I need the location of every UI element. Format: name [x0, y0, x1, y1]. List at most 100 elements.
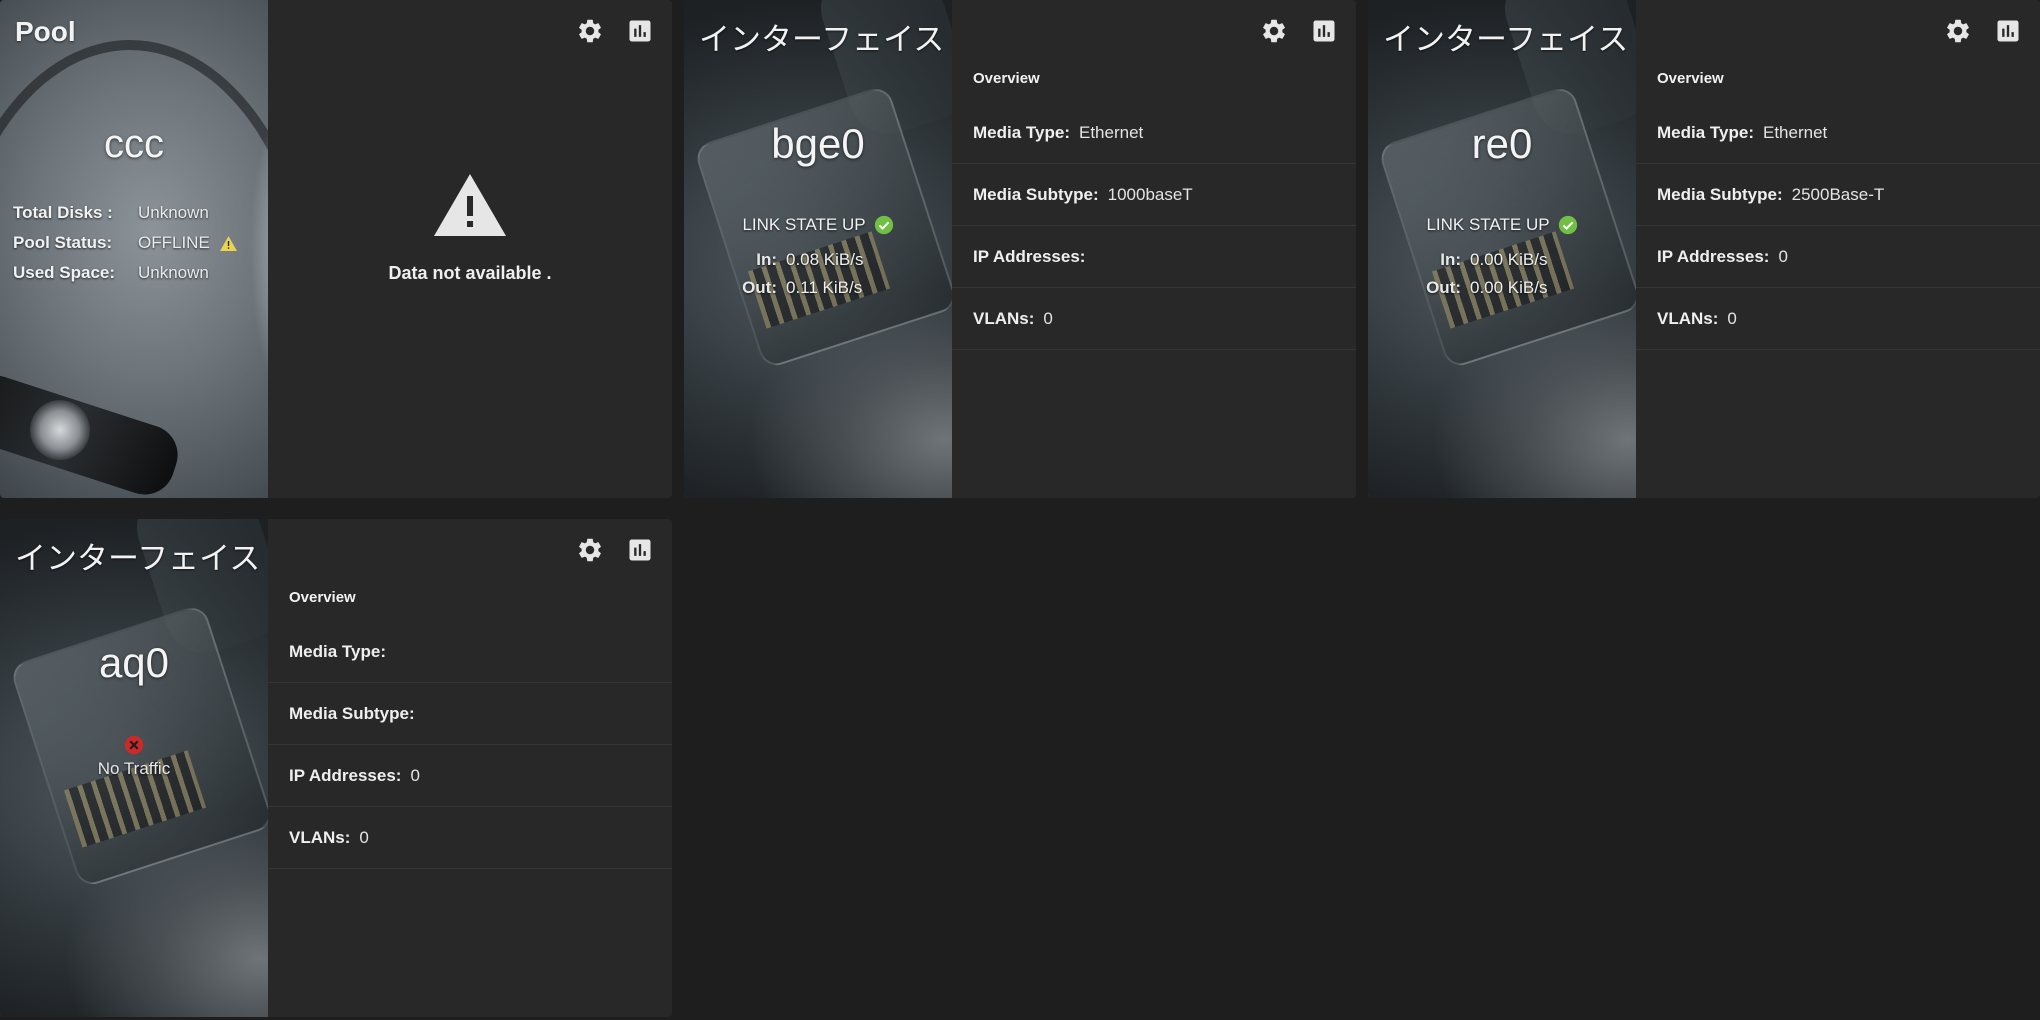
traffic-out-row: Out: 0.11 KiB/s: [684, 274, 952, 302]
vlans-label: VLANs:: [973, 308, 1035, 328]
traffic-out-value: 0.11 KiB/s: [786, 278, 863, 297]
card-toolbar: [1944, 17, 2022, 45]
vlans-value: 0: [1727, 308, 1737, 328]
media-subtype-value: 2500Base-T: [1791, 184, 1885, 204]
media-subtype-row: Media Subtype: 1000baseT: [952, 164, 1356, 226]
data-not-available: Data not available .: [268, 172, 672, 284]
stat-row-total-disks: Total Disks : Unknown: [13, 198, 237, 228]
vlans-value: 0: [359, 827, 369, 847]
settings-button[interactable]: [1260, 17, 1288, 45]
pool-summary-panel: Pool ccc Total Disks : Unknown Pool Stat…: [0, 0, 268, 498]
traffic-out-row: Out: 0.00 KiB/s: [1368, 274, 1636, 302]
traffic-in-row: In: 0.08 KiB/s: [684, 246, 952, 274]
traffic-out-label: Out:: [1426, 278, 1461, 297]
ip-addresses-value: 0: [1778, 246, 1788, 266]
bar-chart-icon: [629, 539, 651, 561]
overview-heading: Overview: [289, 589, 356, 606]
interface-name: bge0: [771, 120, 865, 167]
media-subtype-row: Media Subtype:: [268, 683, 672, 745]
reports-button[interactable]: [626, 536, 654, 564]
media-type-label: Media Type:: [289, 641, 386, 661]
overview-heading: Overview: [1657, 70, 1724, 87]
ip-addresses-label: IP Addresses:: [1657, 246, 1770, 266]
ip-addresses-label: IP Addresses:: [973, 246, 1086, 266]
pool-card: Pool ccc Total Disks : Unknown Pool Stat…: [0, 0, 672, 498]
media-subtype-label: Media Subtype:: [289, 703, 415, 723]
interface-summary-panel: インターフェイス bge0 LINK STATE UP In: 0.08 KiB…: [684, 0, 952, 498]
settings-button[interactable]: [576, 17, 604, 45]
interface-detail-panel: Overview Media Type: Ethernet Media Subt…: [952, 0, 1356, 498]
vlans-label: VLANs:: [289, 827, 351, 847]
link-state-label: LINK STATE UP: [1426, 215, 1550, 234]
gear-icon: [579, 538, 601, 562]
pool-detail-panel: Data not available .: [268, 0, 672, 498]
pool-name: ccc: [104, 122, 164, 166]
link-state-label: LINK STATE UP: [742, 215, 866, 234]
card-toolbar: [576, 17, 654, 45]
settings-button[interactable]: [576, 536, 604, 564]
stat-value: Unknown: [138, 203, 209, 222]
interface-detail-panel: Overview Media Type: Ethernet Media Subt…: [1636, 0, 2040, 498]
interface-name: re0: [1471, 120, 1533, 167]
bar-chart-icon: [1997, 20, 2019, 42]
stat-value: OFFLINE: [138, 233, 210, 252]
reports-button[interactable]: [1994, 17, 2022, 45]
interface-card-re0: インターフェイス re0 LINK STATE UP In: 0.00 KiB/…: [1368, 0, 2040, 498]
stat-value-wrap: OFFLINE: [138, 228, 237, 258]
gear-icon: [1263, 19, 1285, 43]
stat-label: Pool Status:: [13, 233, 113, 252]
stat-label: Used Space:: [13, 263, 116, 282]
interface-card-bge0: インターフェイス bge0 LINK STATE UP In: 0.08 KiB…: [684, 0, 1356, 498]
traffic-rates: In: 0.08 KiB/s Out: 0.11 KiB/s: [684, 246, 952, 302]
traffic-in-value: 0.00 KiB/s: [1470, 250, 1548, 269]
link-state: LINK STATE UP: [1368, 215, 1636, 235]
reports-button[interactable]: [1310, 17, 1338, 45]
stat-label: Total Disks :: [13, 203, 113, 222]
overview-section: Overview Media Type: Media Subtype: IP A…: [268, 589, 672, 869]
media-type-value: Ethernet: [1078, 122, 1144, 142]
traffic-out-label: Out:: [742, 278, 777, 297]
ip-addresses-label: IP Addresses:: [289, 765, 402, 785]
media-subtype-label: Media Subtype:: [1657, 184, 1783, 204]
traffic-in-label: In:: [756, 250, 777, 269]
interface-summary-panel: インターフェイス re0 LINK STATE UP In: 0.00 KiB/…: [1368, 0, 1636, 498]
stat-value: Unknown: [138, 263, 209, 282]
card-toolbar: [576, 536, 654, 564]
traffic-in-value: 0.08 KiB/s: [786, 250, 864, 269]
vlans-value: 0: [1043, 308, 1053, 328]
ip-addresses-row: IP Addresses:: [952, 226, 1356, 288]
stat-row-used-space: Used Space: Unknown: [13, 258, 237, 288]
warning-icon: [219, 235, 237, 251]
interface-card-aq0: インターフェイス aq0 No Traffic Overview Media T…: [0, 519, 672, 1017]
card-title: Pool: [15, 16, 76, 47]
card-toolbar: [1260, 17, 1338, 45]
warning-triangle-icon: [434, 174, 506, 236]
no-traffic-label: No Traffic: [97, 759, 171, 778]
media-type-row: Media Type:: [268, 621, 672, 683]
settings-button[interactable]: [1944, 17, 1972, 45]
gear-icon: [1947, 19, 1969, 43]
no-traffic-status: No Traffic: [0, 735, 268, 779]
vlans-label: VLANs:: [1657, 308, 1719, 328]
ip-addresses-row: IP Addresses: 0: [1636, 226, 2040, 288]
overview-section: Overview Media Type: Ethernet Media Subt…: [952, 70, 1356, 350]
card-title: インターフェイス: [699, 22, 945, 57]
media-type-value: Ethernet: [1762, 122, 1828, 142]
traffic-rates: In: 0.00 KiB/s Out: 0.00 KiB/s: [1368, 246, 1636, 302]
media-type-label: Media Type:: [973, 122, 1070, 142]
pool-stats: Total Disks : Unknown Pool Status: OFFLI…: [13, 198, 237, 288]
interface-name: aq0: [98, 639, 170, 686]
check-circle-icon: [874, 215, 893, 235]
overview-section: Overview Media Type: Ethernet Media Subt…: [1636, 70, 2040, 350]
media-type-label: Media Type:: [1657, 122, 1754, 142]
traffic-out-value: 0.00 KiB/s: [1470, 278, 1548, 297]
interface-detail-panel: Overview Media Type: Media Subtype: IP A…: [268, 519, 672, 1017]
media-subtype-label: Media Subtype:: [973, 184, 1099, 204]
traffic-in-label: In:: [1440, 250, 1461, 269]
interface-summary-panel: インターフェイス aq0 No Traffic: [0, 519, 268, 1017]
card-title: インターフェイス: [15, 541, 261, 576]
reports-button[interactable]: [626, 17, 654, 45]
media-type-row: Media Type: Ethernet: [952, 102, 1356, 164]
card-title: インターフェイス: [1383, 22, 1629, 57]
vlans-row: VLANs: 0: [1636, 288, 2040, 350]
